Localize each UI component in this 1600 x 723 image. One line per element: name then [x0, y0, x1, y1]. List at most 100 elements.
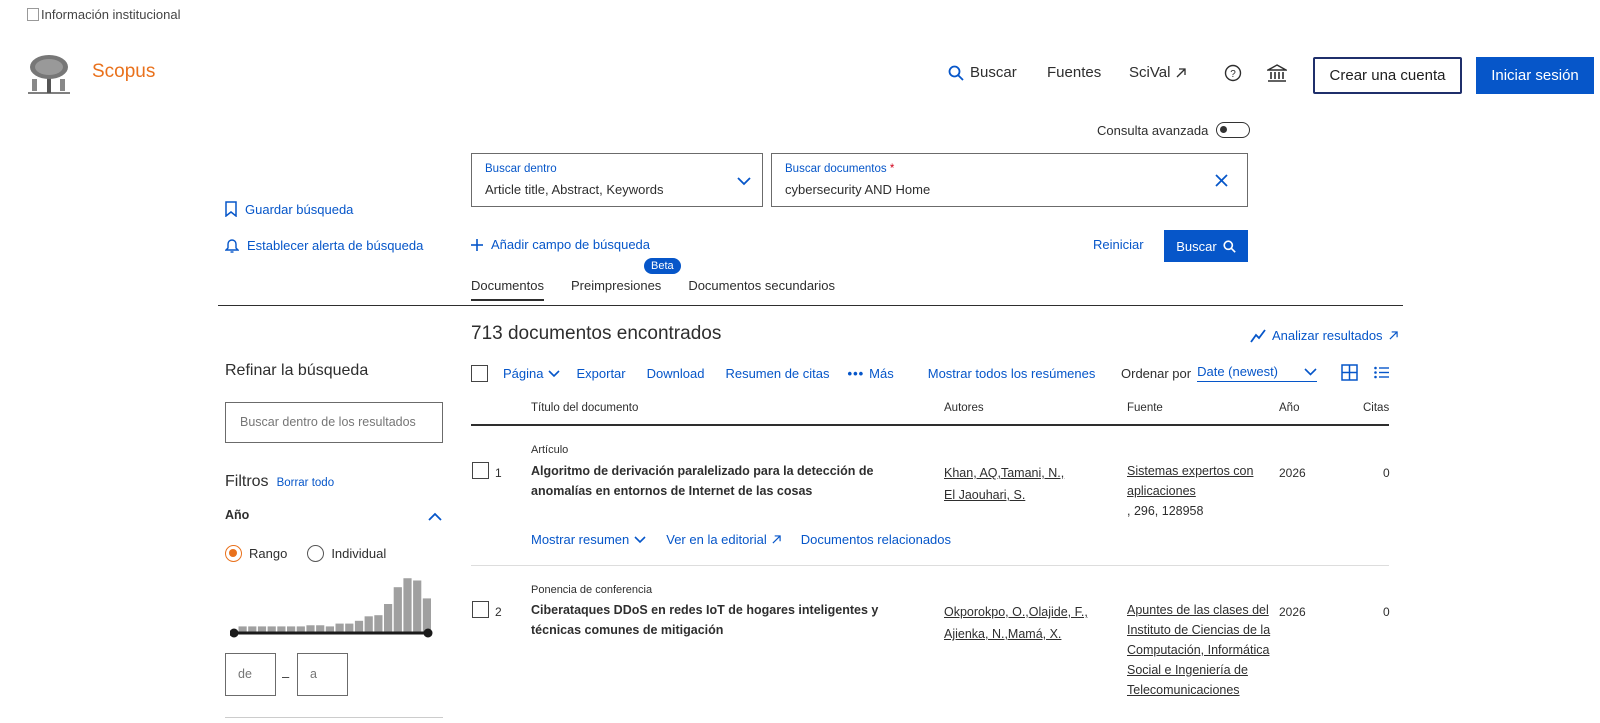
table-header-divider [471, 424, 1389, 426]
analyze-results-link[interactable]: Analizar resultados [1250, 328, 1398, 343]
list-view-icon[interactable] [1374, 366, 1389, 379]
more-button[interactable]: ••• Más [848, 366, 894, 381]
tab-preprints[interactable]: Preimpresiones Beta [571, 258, 681, 301]
advanced-query-toggle[interactable]: Consulta avanzada [1097, 122, 1251, 138]
author-link[interactable]: Olajide, F., [1029, 605, 1088, 619]
document-type: Artículo [531, 444, 569, 456]
histogram-bar [325, 626, 334, 632]
external-link-icon [1176, 67, 1187, 77]
sign-in-button[interactable]: Iniciar sesión [1476, 57, 1594, 94]
column-year[interactable]: Año [1279, 402, 1299, 414]
nav-scival[interactable]: SciVal [1129, 64, 1187, 81]
source-cell: Apuntes de las clases del Instituto de C… [1127, 600, 1273, 723]
clear-all-link[interactable]: Borrar todo [277, 477, 335, 489]
row-actions: Mostrar resumen Ver en la editorial Docu… [531, 532, 951, 547]
show-all-abstracts-button[interactable]: Mostrar todos los resúmenes [928, 366, 1096, 381]
range-slider-min-handle[interactable] [230, 628, 239, 638]
year-to-input[interactable]: a [297, 653, 348, 696]
elsevier-tree-logo[interactable] [26, 53, 72, 95]
document-title-link[interactable]: Algoritmo de derivación paralelizado par… [531, 461, 891, 501]
view-at-publisher-link[interactable]: Ver en la editorial [666, 532, 781, 547]
nav-scival-label: SciVal [1129, 64, 1171, 81]
row-checkbox[interactable] [472, 462, 489, 479]
help-icon[interactable]: ? [1223, 63, 1243, 83]
save-search-label: Guardar búsqueda [245, 201, 354, 217]
row-checkbox[interactable] [472, 601, 489, 618]
search-submit-label: Buscar [1176, 238, 1217, 254]
scopus-brand[interactable]: Scopus [92, 61, 155, 83]
search-within-select[interactable]: Buscar dentro Article title, Abstract, K… [471, 153, 763, 207]
search-submit-button[interactable]: Buscar [1164, 230, 1248, 262]
source-detail: , 296, 128958 [1127, 504, 1204, 518]
author-link[interactable]: Ajienka, N., [944, 627, 1008, 641]
citation-overview-button[interactable]: Resumen de citas [725, 366, 829, 381]
results-toolbar: Página Exportar Download Resumen de cita… [471, 365, 1095, 382]
filters-title: Filtros [225, 473, 269, 490]
chevron-down-icon [548, 369, 561, 377]
column-authors[interactable]: Autores [944, 402, 984, 414]
grid-view-icon[interactable] [1341, 364, 1358, 381]
range-slider-max-handle[interactable] [423, 628, 433, 638]
author-link[interactable]: Tamani, N., [1001, 466, 1064, 480]
year-from-input[interactable]: de [225, 653, 276, 696]
column-citations[interactable]: Citas [1363, 402, 1389, 414]
histogram-bar [287, 626, 296, 632]
broken-image-icon [27, 8, 39, 21]
toggle-switch[interactable] [1216, 122, 1251, 138]
create-account-button[interactable]: Crear una cuenta [1313, 57, 1462, 94]
set-alert-link[interactable]: Establecer alerta de búsqueda [225, 237, 423, 253]
institution-alt-text: Información institucional [41, 7, 181, 22]
range-radio[interactable]: Rango [225, 545, 287, 562]
column-title[interactable]: Título del documento [531, 402, 638, 414]
refine-search-title: Refinar la búsqueda [225, 362, 369, 379]
author-link[interactable]: El Jaouhari, S. [944, 488, 1025, 502]
source-link[interactable]: Sistemas expertos con aplicaciones [1127, 464, 1253, 498]
sort-select[interactable]: Date (newest) [1197, 364, 1318, 382]
add-search-field-link[interactable]: Añadir campo de búsqueda [471, 237, 650, 252]
chevron-down-icon [737, 177, 751, 186]
author-link[interactable]: Okporokpo, O., [944, 605, 1029, 619]
histogram-bar [316, 625, 325, 632]
year-histogram[interactable] [230, 572, 440, 640]
plus-icon [471, 238, 483, 251]
document-title-link[interactable]: Ciberataques DDoS en redes IoT de hogare… [531, 600, 891, 640]
histogram-bar [238, 626, 247, 632]
individual-radio[interactable]: Individual [307, 545, 386, 562]
page-select-dropdown[interactable]: Página [503, 366, 561, 381]
histogram-bar [374, 615, 383, 632]
author-link[interactable]: Khan, AQ, [944, 466, 1001, 480]
export-button[interactable]: Exportar [576, 366, 625, 381]
search-documents-input[interactable]: cybersecurity AND Home [785, 182, 930, 197]
search-documents-label: Buscar documentos * [785, 163, 895, 175]
histogram-bar [384, 604, 393, 632]
source-link[interactable]: Apuntes de las clases del Instituto de C… [1127, 603, 1270, 697]
radio-range-indicator[interactable] [225, 545, 242, 562]
search-documents-field[interactable]: Buscar documentos * cybersecurity AND Ho… [771, 153, 1248, 207]
author-link[interactable]: Mamá, X. [1008, 627, 1062, 641]
save-search-link[interactable]: Guardar búsqueda [225, 201, 353, 217]
radio-individual-indicator[interactable] [307, 545, 325, 562]
tab-secondary-documents[interactable]: Documentos secundarios [688, 278, 835, 301]
related-documents-link[interactable]: Documentos relacionados [801, 532, 951, 547]
histogram-bar [403, 578, 412, 632]
tab-documents[interactable]: Documentos [471, 278, 544, 301]
select-all-checkbox[interactable] [471, 365, 488, 382]
required-mark: * [889, 163, 895, 175]
sort-control: Ordenar por Date (newest) [1121, 364, 1318, 382]
clear-icon[interactable] [1215, 174, 1228, 187]
show-abstract-link[interactable]: Mostrar resumen [531, 532, 646, 547]
authors-list: Khan, AQ,Tamani, N., El Jaouhari, S. [944, 462, 1104, 506]
chevron-up-icon[interactable] [428, 512, 442, 521]
histogram-bar [257, 626, 267, 632]
institution-icon[interactable] [1267, 63, 1287, 83]
search-within-results-input[interactable]: Buscar dentro de los resultados [225, 402, 443, 443]
institution-logo-broken-image: Información institucional [27, 7, 180, 22]
beta-badge: Beta [643, 258, 681, 274]
column-source[interactable]: Fuente [1127, 402, 1163, 414]
add-search-field-label: Añadir campo de búsqueda [491, 237, 651, 252]
download-button[interactable]: Download [647, 366, 705, 381]
reset-link[interactable]: Reiniciar [1093, 237, 1144, 252]
nav-sources[interactable]: Fuentes [1047, 64, 1101, 81]
nav-search[interactable]: Buscar [948, 64, 1017, 81]
histogram-bar [364, 616, 373, 632]
